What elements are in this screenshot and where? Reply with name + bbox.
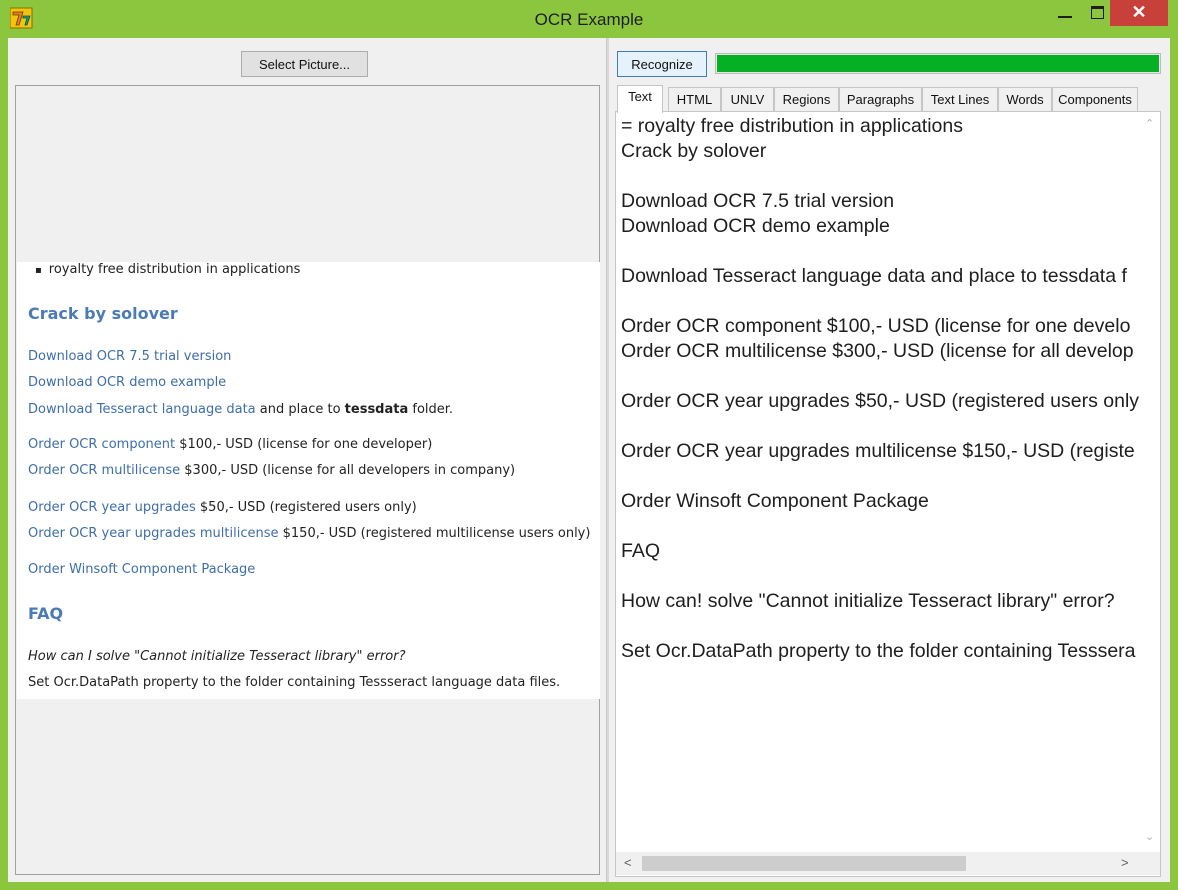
page-question: How can I solve "Cannot initialize Tesse… — [28, 649, 406, 664]
page-line-package: Order Winsoft Component Package — [28, 562, 255, 577]
vertical-scrollbar[interactable]: ⌃ ⌄ — [1141, 112, 1160, 852]
page-line-upgrades: Order OCR year upgrades $50,- USD (regis… — [28, 500, 417, 515]
close-icon: ✕ — [1131, 2, 1147, 22]
page-line-upgrades-multi: Order OCR year upgrades multilicense $15… — [28, 526, 590, 541]
progress-fill — [717, 55, 1159, 72]
recognized-text-line: Download Tesseract language data and pla… — [621, 265, 1127, 287]
page-line-trial: Download OCR 7.5 trial version — [28, 349, 231, 364]
recognized-text-line: Crack by solover — [621, 140, 767, 162]
minimize-icon[interactable] — [1050, 0, 1080, 26]
recognized-text-line: Order OCR component $100,- USD (license … — [621, 315, 1131, 337]
page-link-trial: Download OCR 7.5 trial version — [28, 349, 232, 364]
recognized-text-line: FAQ — [621, 540, 661, 562]
horizontal-scroll-thumb[interactable] — [642, 856, 966, 871]
page-text-multi-price: $300,- USD (license for all developers i… — [180, 463, 516, 478]
tab-text[interactable]: Text — [617, 85, 663, 113]
page-heading-crack: Crack by solover — [28, 304, 178, 323]
page-line-component: Order OCR component $100,- USD (license … — [28, 437, 432, 452]
horizontal-scrollbar[interactable]: < > — [616, 852, 1141, 875]
scroll-down-icon[interactable]: ⌄ — [1145, 830, 1154, 843]
recognized-text-line: Order OCR year upgrades multilicense $15… — [621, 440, 1135, 462]
page-text-upgrades-price: $50,- USD (registered users only) — [195, 500, 417, 515]
title-bar: OCR Example ✕ — [0, 0, 1178, 38]
page-text-upgrades-multi-price: $150,- USD (registered multilicense user… — [278, 526, 591, 541]
page-link-multi: Order OCR multilicense — [28, 463, 181, 478]
tab-paragraphs[interactable]: Paragraphs — [839, 87, 922, 111]
tab-regions[interactable]: Regions — [774, 87, 839, 111]
page-answer: Set Ocr.DataPath property to the folder … — [28, 675, 561, 690]
recognized-text-line: Order OCR year upgrades $50,- USD (regis… — [621, 390, 1140, 412]
page-heading-faq: FAQ — [28, 604, 64, 623]
page-text-tessdata-bold: tessdata — [344, 402, 409, 417]
page-link-demo: Download OCR demo example — [28, 375, 227, 390]
recognized-text-line: = royalty free distribution in applicati… — [621, 115, 963, 137]
recognized-text-area[interactable]: = royalty free distribution in applicati… — [615, 111, 1161, 877]
scrollbar-corner — [1141, 852, 1160, 875]
maximize-icon[interactable] — [1083, 0, 1113, 26]
pane-splitter[interactable] — [606, 38, 609, 882]
recognized-text-line: Download OCR demo example — [621, 215, 890, 237]
page-link-component: Order OCR component — [28, 437, 176, 452]
page-text-component-price: $100,- USD (license for one developer) — [175, 437, 433, 452]
scroll-left-icon[interactable]: < — [624, 855, 632, 870]
page-line-multi: Order OCR multilicense $300,- USD (licen… — [28, 463, 515, 478]
tab-text-lines[interactable]: Text Lines — [922, 87, 998, 111]
window-title: OCR Example — [534, 10, 644, 29]
progress-bar — [715, 53, 1161, 74]
page-line-tessdata: Download Tesseract language data and pla… — [28, 402, 453, 417]
recognize-button[interactable]: Recognize — [617, 51, 707, 77]
recognized-text-line: Download OCR 7.5 trial version — [621, 190, 895, 212]
close-button[interactable]: ✕ — [1110, 0, 1168, 26]
recognized-text-line: How can! solve "Cannot initialize Tesser… — [621, 590, 1115, 612]
page-link-upgrades: Order OCR year upgrades — [28, 500, 196, 515]
scroll-right-icon[interactable]: > — [1121, 855, 1129, 870]
page-link-tessdata: Download Tesseract language data — [28, 402, 256, 417]
tab-components[interactable]: Components — [1052, 87, 1138, 111]
tab-html[interactable]: HTML — [668, 87, 721, 111]
recognized-text-line: Order OCR multilicense $300,- USD (licen… — [621, 340, 1134, 362]
recognized-text-line: Order Winsoft Component Package — [621, 490, 929, 512]
picture-viewer[interactable]: royalty free distribution in application… — [15, 85, 600, 875]
recognized-text-line: Set Ocr.DataPath property to the folder … — [621, 640, 1136, 662]
loaded-picture: royalty free distribution in application… — [17, 262, 600, 699]
page-line-demo: Download OCR demo example — [28, 375, 226, 390]
tab-unlv[interactable]: UNLV — [721, 87, 774, 111]
page-bullet: royalty free distribution in application… — [28, 262, 301, 277]
page-link-package: Order Winsoft Component Package — [28, 562, 256, 577]
page-text-tessdata-2: folder. — [408, 402, 454, 417]
scroll-up-icon[interactable]: ⌃ — [1145, 117, 1154, 130]
page-link-upgrades-multi: Order OCR year upgrades multilicense — [28, 526, 279, 541]
left-pane: Select Picture... royalty free distribut… — [8, 38, 606, 882]
page-text-tessdata-1: and place to — [255, 402, 345, 417]
select-picture-button[interactable]: Select Picture... — [241, 51, 368, 77]
tab-words[interactable]: Words — [998, 87, 1052, 111]
